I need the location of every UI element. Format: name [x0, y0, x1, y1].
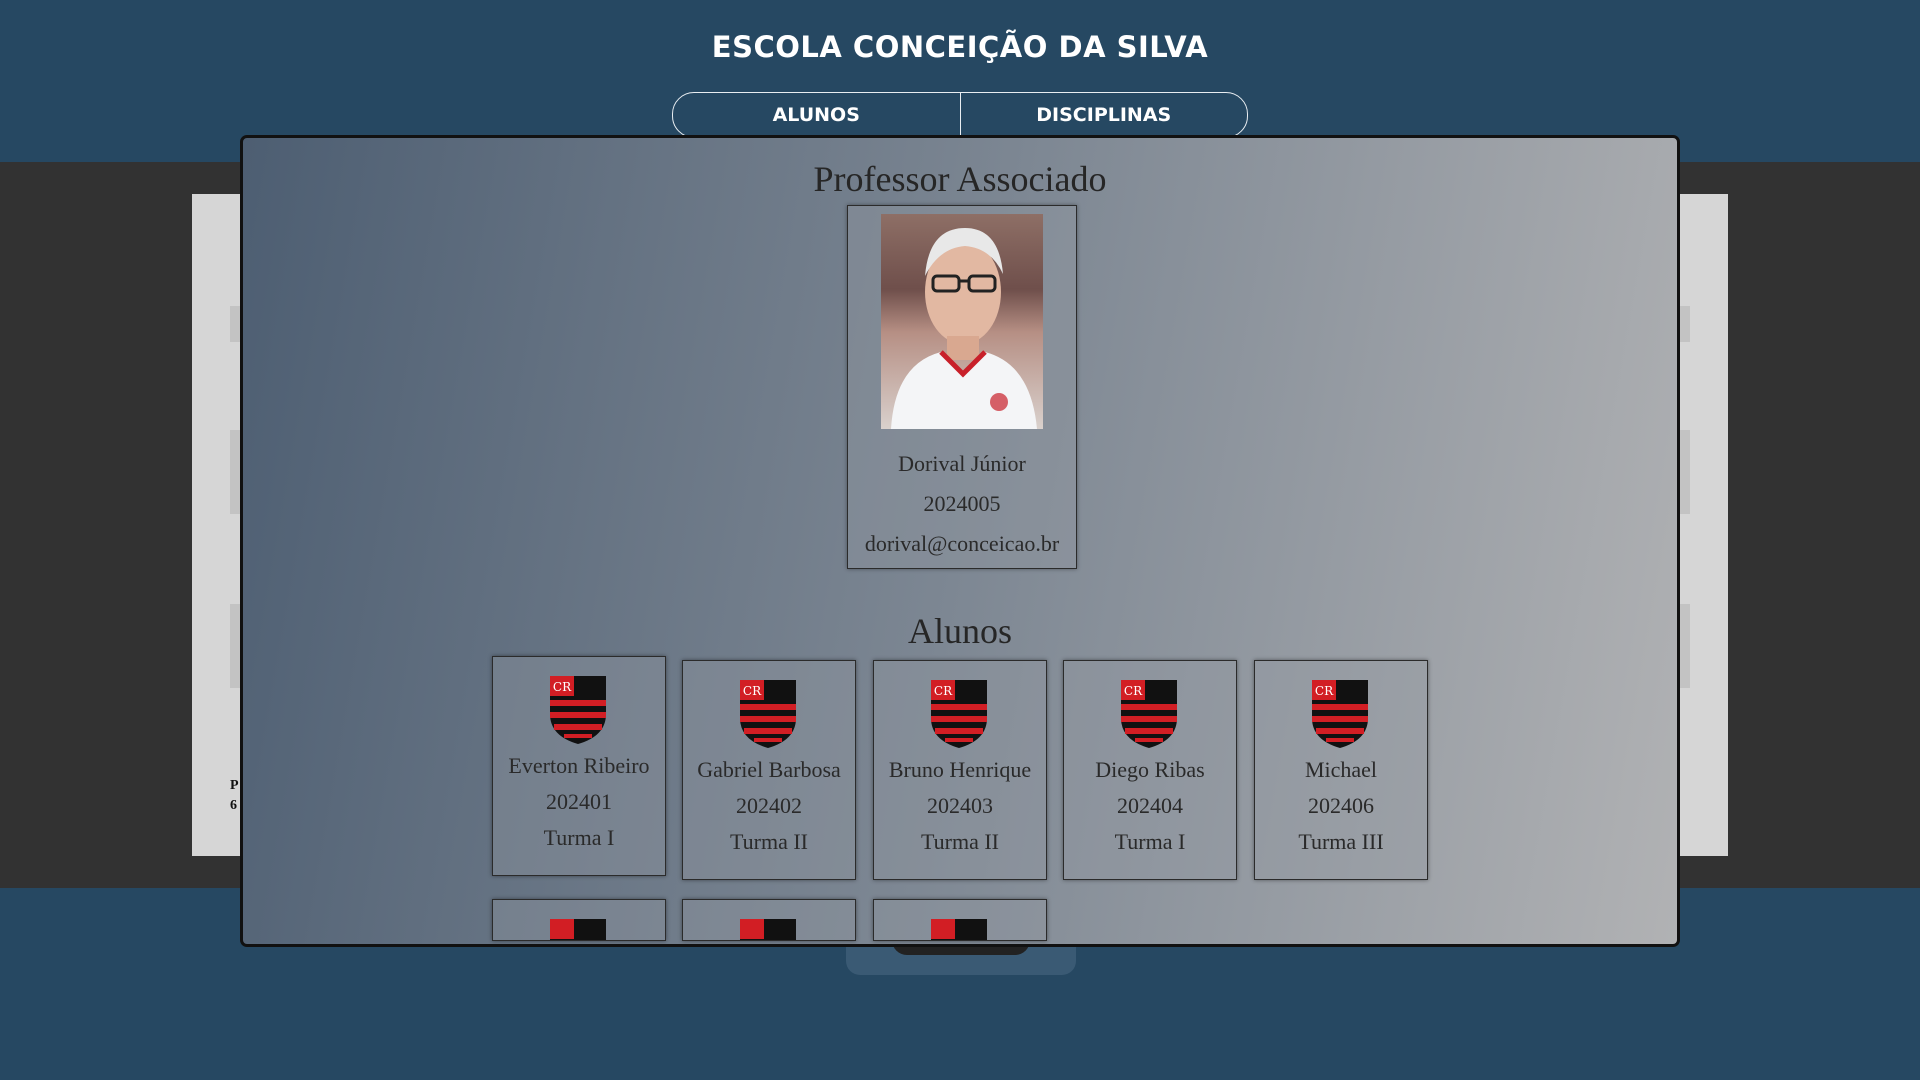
professor-section-title: Professor Associado	[813, 159, 1107, 199]
nav-alunos[interactable]: ALUNOS	[673, 93, 960, 137]
student-id: 202401	[546, 789, 612, 814]
students-section-title: Alunos	[907, 611, 1012, 651]
flamengo-crest-icon: CR	[740, 680, 796, 748]
student-name: Diego Ribas	[1095, 757, 1205, 782]
professor-id: 2024005	[923, 491, 1001, 516]
student-name: Bruno Henrique	[888, 757, 1032, 782]
svg-text:CR: CR	[1315, 684, 1334, 698]
professor-card: Dorival Júnior 2024005 dorival@conceicao…	[847, 205, 1077, 569]
professor-email: dorival@conceicao.br	[864, 531, 1060, 556]
student-name: Gabriel Barbosa	[697, 757, 841, 782]
flamengo-crest-icon	[931, 919, 987, 940]
student-class: Turma I	[1114, 829, 1186, 854]
svg-text:CR: CR	[553, 680, 572, 694]
svg-text:CR: CR	[934, 684, 953, 698]
student-name: Michael	[1304, 757, 1378, 782]
site-title: ESCOLA CONCEIÇÃO DA SILVA	[711, 30, 1209, 64]
flamengo-crest-icon: CR	[1312, 680, 1368, 748]
svg-text:CR: CR	[743, 684, 762, 698]
flamengo-crest-icon: CR	[550, 676, 606, 744]
professor-name: Dorival Júnior	[898, 451, 1026, 476]
student-id: 202406	[1308, 793, 1374, 818]
student-card[interactable]: CR Diego Ribas 202404 Turma I	[1063, 660, 1237, 880]
nav-disciplinas[interactable]: DISCIPLINAS	[959, 93, 1248, 137]
student-card[interactable]: CR Everton Ribeiro 202401 Turma I	[492, 656, 666, 876]
flamengo-crest-icon: CR	[1121, 680, 1177, 748]
student-class: Turma II	[729, 829, 809, 854]
student-name: Everton Ribeiro	[508, 753, 650, 778]
student-id: 202402	[736, 793, 802, 818]
student-class: Turma II	[920, 829, 1000, 854]
student-card[interactable]	[492, 899, 666, 941]
student-card[interactable]: CR Gabriel Barbosa 202402 Turma II	[682, 660, 856, 880]
svg-text:CR: CR	[1124, 684, 1143, 698]
student-class: Turma I	[543, 825, 615, 850]
background-text: 6	[230, 798, 237, 813]
flamengo-crest-icon	[550, 919, 606, 940]
background-text: P	[230, 778, 239, 793]
student-id: 202404	[1117, 793, 1183, 818]
student-id: 202403	[927, 793, 993, 818]
student-class: Turma III	[1298, 829, 1384, 854]
student-card[interactable]	[682, 899, 856, 941]
flamengo-crest-icon	[740, 919, 796, 940]
main-nav: ALUNOS DISCIPLINAS	[672, 92, 1248, 138]
professor-photo	[881, 214, 1043, 429]
student-card[interactable]: CR Michael 202406 Turma III	[1254, 660, 1428, 880]
flamengo-crest-icon: CR	[931, 680, 987, 748]
professor-modal: Professor Associado Dorival Júnior 20240…	[240, 135, 1680, 947]
student-card[interactable]	[873, 899, 1047, 941]
student-card[interactable]: CR Bruno Henrique 202403 Turma II	[873, 660, 1047, 880]
